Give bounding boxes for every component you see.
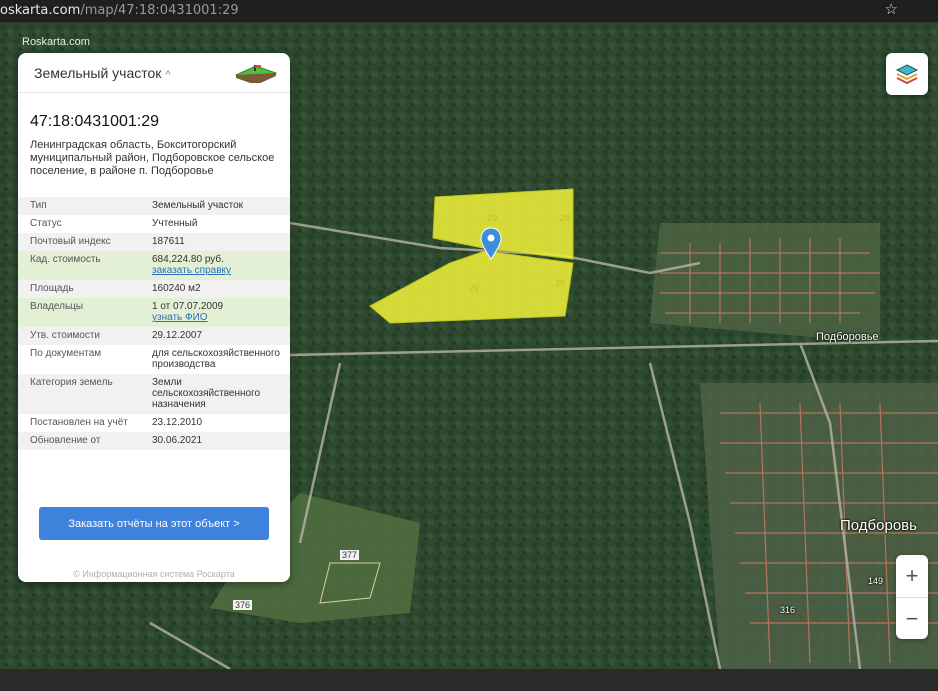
- property-row: Утв. стоимости 29.12.2007: [18, 327, 290, 345]
- parcel-number: 29: [469, 283, 480, 293]
- property-row: Владельцы 1 от 07.07.2009 узнать ФИО: [18, 298, 290, 327]
- place-label: Подборовье: [816, 331, 879, 343]
- house-number: 316: [780, 605, 796, 615]
- property-row: Тип Земельный участок: [18, 197, 290, 215]
- property-row: Статус Учтенный: [30, 218, 198, 229]
- road-number: 377: [340, 550, 360, 560]
- url-text[interactable]: oskarta.com/map/47:18:0431001:29: [0, 3, 239, 18]
- zoom-controls: + −: [896, 555, 928, 639]
- property-row: Почтовый индекс 187611: [18, 233, 290, 251]
- parcel-info-panel: Земельный участок ^ 47:18:0431001:29 Лени…: [18, 53, 290, 582]
- panel-header[interactable]: Земельный участок ^: [18, 53, 290, 93]
- site-watermark: Roskarta.com: [22, 36, 90, 48]
- parcel-address: Ленинградская область, Бокситогорский му…: [30, 139, 275, 177]
- property-row: Кад. стоимость 684,224.80 руб. заказать сп…: [18, 251, 290, 280]
- layers-button[interactable]: [886, 53, 928, 95]
- order-reports-button[interactable]: Заказать отчёты на этот объект >: [39, 507, 269, 540]
- property-row: Категория земель Земли сельскохозяйственн…: [18, 374, 290, 414]
- cadastral-number: 47:18:0431001:29: [30, 113, 160, 130]
- parcel-number: 29: [560, 213, 571, 223]
- property-row: По документам для сельскохозяйственного п…: [30, 348, 280, 370]
- order-certificate-link[interactable]: заказать справку: [152, 265, 290, 276]
- bookmark-star-icon[interactable]: ☆: [885, 0, 898, 18]
- panel-title[interactable]: Земельный участок ^: [34, 65, 171, 81]
- property-row: Площадь 160240 м2: [18, 280, 290, 298]
- zoom-in-button[interactable]: +: [896, 555, 928, 597]
- road-number: 376: [233, 600, 253, 610]
- village-area: [650, 223, 880, 343]
- parcel-number: 29: [487, 213, 498, 223]
- property-row: Обновление от 30.06.2021: [18, 432, 290, 450]
- browser-bottom-bar: [0, 669, 938, 691]
- house-number: 149: [868, 576, 884, 586]
- parcel-number: 29: [555, 278, 566, 288]
- property-table: Тип Земельный участок Статус Учтенный Почт…: [18, 197, 290, 450]
- browser-address-bar[interactable]: oskarta.com/map/47:18:0431001:29 ☆: [0, 0, 938, 23]
- place-label-large: Подборовь: [840, 517, 917, 534]
- land-plot-icon: [234, 65, 278, 83]
- layers-icon: [895, 64, 919, 85]
- owner-name-link[interactable]: узнать ФИО: [152, 312, 290, 323]
- zoom-out-button[interactable]: −: [896, 597, 928, 640]
- property-row: Постановлен на учёт 23.12.2010: [30, 417, 203, 428]
- panel-footer: © Информационная система Роскарта: [73, 569, 235, 579]
- chevron-up-icon: ^: [165, 69, 171, 81]
